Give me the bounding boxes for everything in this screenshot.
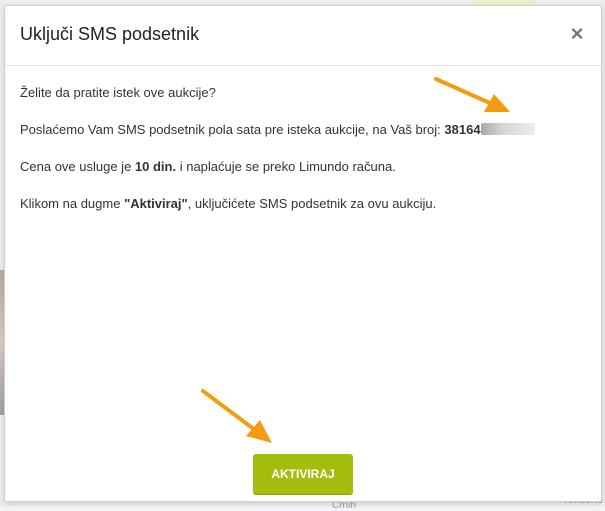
instruction-button-name: "Aktiviraj": [124, 196, 188, 211]
sms-reminder-dialog: Uključi SMS podsetnik × Želite da pratit…: [4, 5, 602, 502]
activate-button[interactable]: AKTIVIRAJ: [253, 454, 353, 494]
dialog-body: Želite da pratite istek ove aukcije? Pos…: [20, 84, 580, 232]
price-value: 10 din.: [134, 159, 177, 174]
phone-prefix: 38164: [444, 122, 481, 137]
price-note: i naplaćuje se preko Limundo računa.: [176, 159, 396, 174]
sms-info-label: Poslaćemo Vam SMS podsetnik pola sata pr…: [20, 122, 445, 137]
dialog-header: Uključi SMS podsetnik ×: [5, 6, 601, 66]
close-icon[interactable]: ×: [567, 23, 587, 45]
instruction-rest: , uključićete SMS podsetnik za ovu aukci…: [187, 196, 437, 211]
sms-info-text: Poslaćemo Vam SMS podsetnik pola sata pr…: [20, 121, 580, 139]
phone-redacted: [480, 123, 535, 135]
price-text: Cena ove usluge je 10 din. i naplaćuje s…: [20, 158, 580, 176]
phone-number: 38164: [444, 122, 535, 137]
price-label: Cena ove usluge je: [20, 159, 135, 174]
instruction-label: Klikom na dugme: [20, 196, 125, 211]
question-text: Želite da pratite istek ove aukcije?: [20, 85, 216, 100]
dialog-title: Uključi SMS podsetnik: [20, 24, 200, 44]
instruction-text: Klikom na dugme "Aktiviraj", uključićete…: [20, 195, 580, 213]
